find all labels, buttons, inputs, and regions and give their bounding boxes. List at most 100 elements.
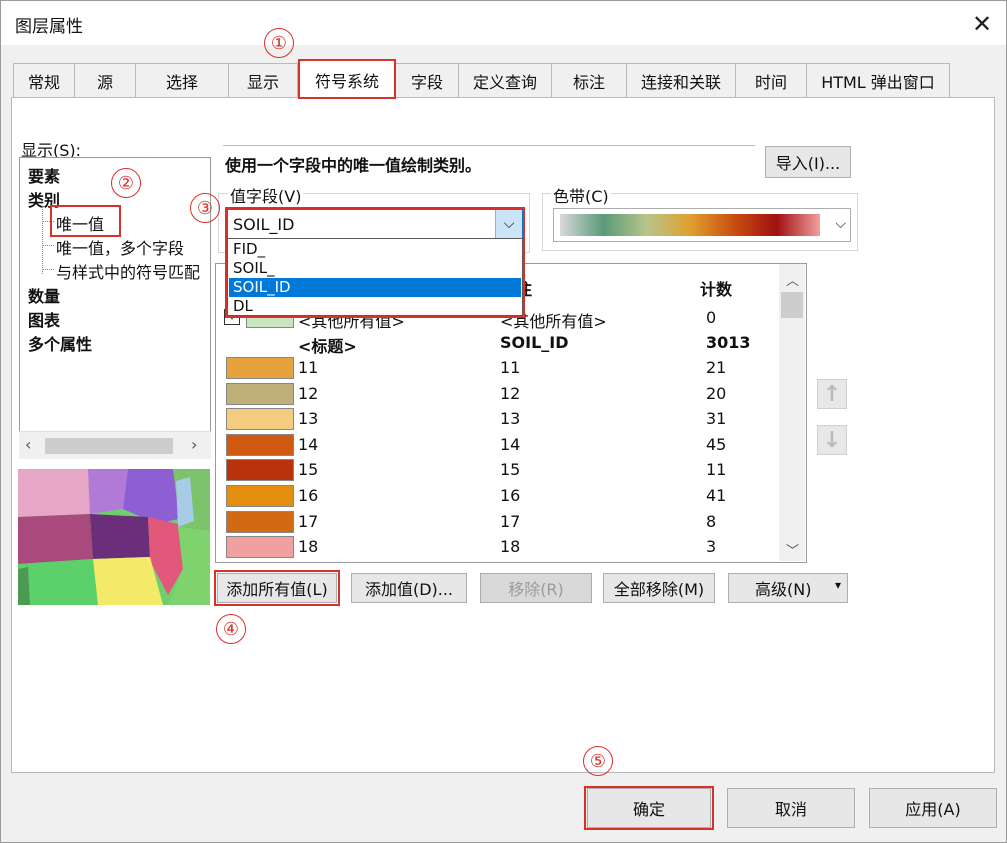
highlight-ok-button (584, 786, 714, 830)
add-values-button[interactable]: 添加值(D)... (351, 573, 467, 603)
row-label: SOIL_ID (500, 333, 569, 352)
tab-joins-relates[interactable]: 连接和关联 (626, 63, 736, 97)
tab-fields[interactable]: 字段 (395, 63, 459, 97)
symbol-swatch[interactable] (226, 433, 294, 456)
row-count: 20 (706, 383, 727, 403)
remove-button[interactable]: 移除(R) (480, 573, 592, 603)
table-row[interactable]: 15 15 11 (216, 458, 786, 483)
row-count: 41 (706, 486, 727, 505)
symbol-swatch[interactable] (226, 510, 294, 533)
table-row[interactable]: 17 17 8 (216, 510, 786, 535)
annotation-2: ② (111, 168, 141, 198)
tree-connector (42, 206, 44, 274)
description-panel: 使用一个字段中的唯一值绘制类别。 (223, 145, 755, 178)
apply-button[interactable]: 应用(A) (869, 788, 997, 828)
row-label: 16 (500, 486, 521, 505)
row-label: 15 (500, 460, 521, 480)
row-label: 14 (500, 434, 521, 454)
tree-connector (42, 245, 54, 246)
move-down-icon[interactable]: ↓ (817, 425, 847, 455)
row-count: 0 (706, 308, 717, 327)
row-value: 17 (298, 511, 319, 531)
scroll-up-icon[interactable]: ︿ (786, 270, 799, 289)
layer-properties-dialog: 图层属性 ✕ 常规 源 选择 显示 符号系统 字段 定义查询 标注 连接和关联 … (0, 0, 1007, 843)
renderer-description: 使用一个字段中的唯一值绘制类别。 (225, 156, 482, 175)
advanced-button-label: 高级(N) (755, 580, 812, 599)
close-icon[interactable]: ✕ (967, 9, 997, 39)
tab-source[interactable]: 源 (74, 63, 136, 97)
annotation-3: ③ (190, 193, 220, 223)
annotation-5: ⑤ (583, 746, 613, 776)
color-ramp-label: 色带(C) (551, 183, 611, 207)
annotation-1: ① (264, 28, 294, 58)
scroll-thumb[interactable] (45, 438, 173, 454)
list-vertical-scrollbar[interactable]: ︿ ﹀ (779, 264, 805, 561)
tab-time[interactable]: 时间 (735, 63, 807, 97)
symbol-swatch[interactable] (226, 536, 294, 559)
row-count: 31 (706, 409, 727, 429)
scroll-left-icon[interactable]: ‹ (25, 435, 31, 454)
symbol-swatch[interactable] (226, 357, 294, 379)
window-title: 图层属性 (15, 17, 83, 37)
import-button[interactable]: 导入(I)... (765, 146, 851, 178)
highlight-value-field (225, 207, 525, 318)
tab-display[interactable]: 显示 (228, 63, 298, 97)
row-count: 45 (706, 434, 727, 454)
row-count: 3 (706, 537, 717, 557)
column-header-count[interactable]: 计数 (700, 276, 732, 300)
row-value: <标题> (298, 337, 357, 356)
tab-selection[interactable]: 选择 (135, 63, 229, 97)
table-row[interactable]: 14 14 45 (216, 433, 786, 458)
advanced-button[interactable]: 高级(N) ▾ (728, 573, 848, 603)
cancel-button[interactable]: 取消 (727, 788, 855, 828)
title-bar: 图层属性 ✕ (1, 1, 1006, 45)
tab-definition-query[interactable]: 定义查询 (458, 63, 552, 97)
chevron-down-icon[interactable]: ⌵ (835, 216, 846, 232)
row-count: 3013 (706, 333, 751, 352)
scroll-down-icon[interactable]: ﹀ (786, 540, 799, 559)
tree-item-charts[interactable]: 图表 (28, 307, 60, 331)
table-row[interactable]: 18 18 3 (216, 535, 786, 560)
row-label: 12 (500, 383, 521, 403)
tab-general[interactable]: 常规 (13, 63, 75, 97)
highlight-symbology-tab (298, 59, 396, 99)
highlight-unique-values (50, 205, 121, 237)
symbol-swatch[interactable] (226, 459, 294, 482)
scroll-right-icon[interactable]: › (191, 435, 197, 454)
scroll-thumb[interactable] (781, 292, 803, 318)
tree-item-unique-values-many-fields[interactable]: 唯一值，多个字段 (56, 235, 184, 259)
value-field-label: 值字段(V) (228, 183, 304, 207)
table-row[interactable]: 11 11 21 (216, 356, 786, 381)
tree-item-features[interactable]: 要素 (28, 163, 60, 187)
table-row[interactable]: 13 13 31 (216, 407, 786, 432)
color-ramp-select[interactable]: ⌵ (553, 208, 851, 242)
symbol-swatch[interactable] (226, 485, 294, 507)
renderer-tree: 要素 类别 唯一值 唯一值，多个字段 与样式中的符号匹配 数量 图表 多个属性 (19, 157, 211, 459)
tree-item-match-style[interactable]: 与样式中的符号匹配 (56, 259, 200, 283)
row-value: 16 (298, 486, 319, 505)
map-preview-image (18, 469, 210, 605)
row-value: 18 (298, 537, 319, 557)
remove-all-button[interactable]: 全部移除(M) (603, 573, 715, 603)
row-count: 21 (706, 358, 727, 377)
row-label: 18 (500, 537, 521, 557)
highlight-add-all-values (214, 570, 340, 606)
symbol-swatch[interactable] (226, 408, 294, 431)
row-count: 11 (706, 460, 727, 480)
table-row[interactable]: 16 16 41 (216, 484, 786, 509)
tree-item-quantities[interactable]: 数量 (28, 283, 60, 307)
row-value: 12 (298, 383, 319, 403)
row-label: 17 (500, 511, 521, 531)
table-row[interactable]: <标题> SOIL_ID 3013 (216, 331, 786, 356)
move-up-icon[interactable]: ↑ (817, 379, 847, 409)
table-row[interactable]: 12 12 20 (216, 382, 786, 407)
symbol-swatch[interactable] (226, 382, 294, 405)
tree-item-multiple-attributes[interactable]: 多个属性 (28, 331, 92, 355)
row-value: 11 (298, 358, 319, 377)
tab-html-popup[interactable]: HTML 弹出窗口 (806, 63, 950, 97)
tab-labels[interactable]: 标注 (551, 63, 627, 97)
tree-horizontal-scrollbar[interactable]: ‹ › (19, 431, 211, 459)
row-label: 13 (500, 409, 521, 429)
color-ramp-preview (560, 214, 820, 236)
tree-connector (42, 269, 54, 270)
